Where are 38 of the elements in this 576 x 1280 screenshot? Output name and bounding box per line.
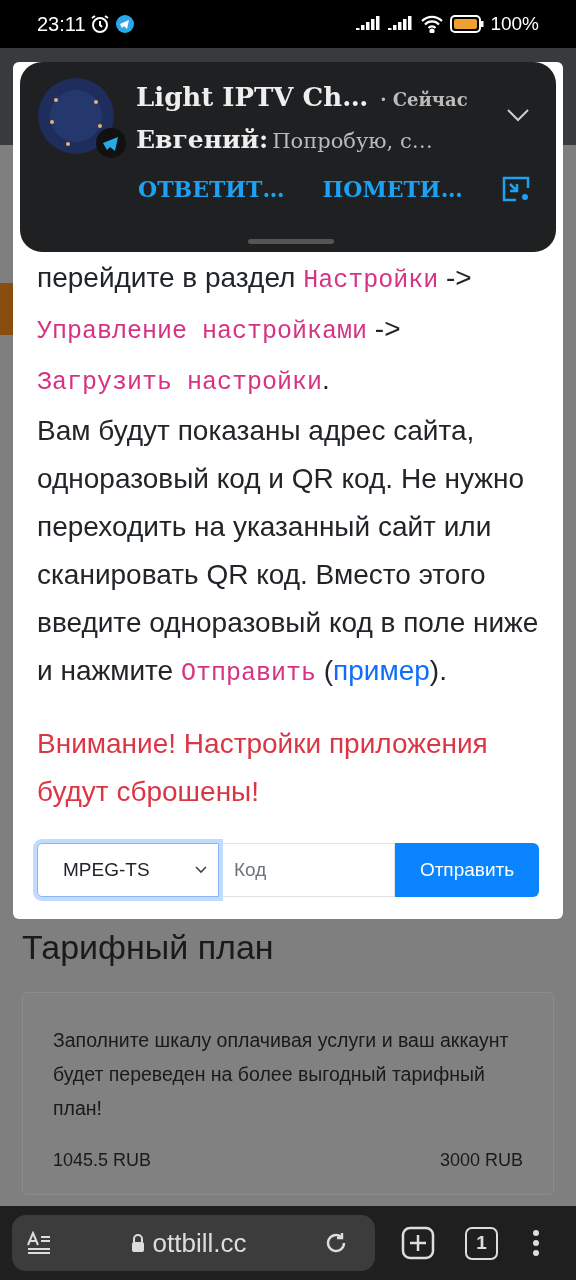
lock-icon (130, 1234, 145, 1252)
warning-text: Внимание! Настройки приложения будут сброшены! (37, 727, 489, 809)
clock: 23:11 (37, 12, 86, 37)
picture-in-picture-icon[interactable] (502, 176, 530, 202)
target-amount: 3000 RUB (439, 1149, 523, 1172)
text-size-icon[interactable] (26, 1231, 52, 1255)
notification-title: Light IPTV Ch… (136, 81, 369, 114)
mark-button[interactable]: ПОМЕТИ… (322, 172, 463, 206)
menu-icon[interactable] (532, 1229, 540, 1257)
telegram-badge-icon (96, 128, 126, 158)
current-amount: 1045.5 RUB (53, 1149, 152, 1172)
telegram-icon (115, 15, 134, 33)
alarm-icon (89, 14, 110, 34)
chevron-down-icon[interactable] (506, 108, 530, 122)
reload-icon[interactable] (325, 1232, 347, 1254)
url-text: ottbill.cc (152, 1226, 247, 1260)
reply-button[interactable]: ОТВЕТИТ… (138, 172, 285, 206)
tab-count-button[interactable]: 1 (465, 1226, 498, 1260)
instruction-text: Вам будут показаны адрес сайта, одноразовый код и QR код. Не нужно переходить на указанный сайт или сканировать QR код. Вместо этого введите одноразовый код в поле ниже и нажмите Отправить (пример). (37, 414, 539, 690)
wifi-icon (420, 15, 445, 33)
battery-percent: 100% (490, 11, 539, 36)
notification-time: · Сейчас (380, 88, 468, 112)
chevron-down-icon (194, 865, 208, 875)
new-tab-icon[interactable] (401, 1226, 435, 1260)
tariff-description: Заполните шкалу оплачивая услуги и ваш аккаунт будет переведен на более выгодный тарифный план! (53, 1028, 510, 1121)
signal-icon (388, 16, 415, 32)
notification-sender: Евгений: (136, 124, 269, 156)
tariff-heading: Тарифный план (22, 927, 275, 967)
submit-button[interactable]: Отправить (395, 843, 539, 897)
notification-card[interactable]: Light IPTV Ch… · Сейчас Евгений: Попробую, с… ОТВЕТИТ… ПОМЕТИ… (20, 62, 556, 252)
address-bar[interactable]: ottbill.cc (12, 1215, 375, 1271)
signal-icon (356, 16, 383, 32)
instruction-text: перейдите в раздел Настройки -> Управление настройками -> Загрузить настройки. (37, 261, 473, 399)
notification-message: Попробую, с… (272, 128, 433, 155)
example-link[interactable]: пример (333, 655, 430, 686)
banner-edge (0, 283, 13, 335)
avatar-icon (38, 78, 114, 154)
battery-icon (450, 15, 485, 33)
